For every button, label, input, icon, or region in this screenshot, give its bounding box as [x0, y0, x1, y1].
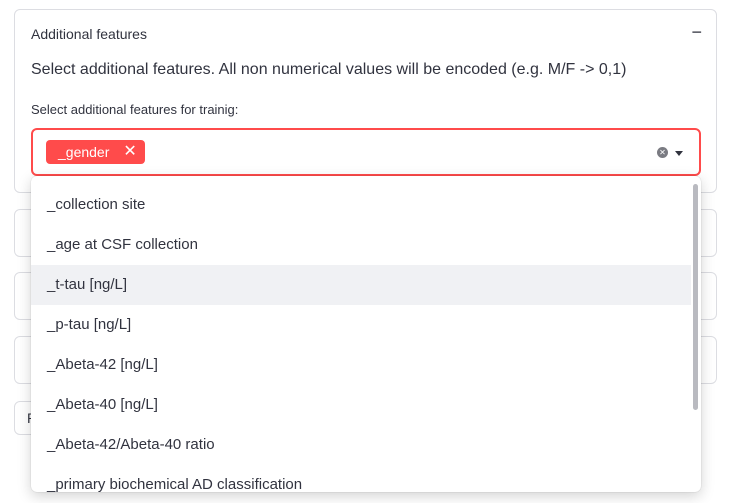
dropdown-scrollbar[interactable] — [693, 184, 698, 410]
multiselect-label: Select additional features for trainig: — [31, 102, 239, 117]
expander-title[interactable]: Additional features — [31, 26, 147, 42]
features-multiselect[interactable]: _gender ✕ ✕ — [31, 128, 701, 176]
additional-features-expander: Additional features − Select additional … — [14, 9, 717, 193]
expander-description: Select additional features. All non nume… — [31, 61, 627, 78]
tag-label: _gender — [58, 144, 110, 160]
dropdown-option[interactable]: _collection site — [31, 185, 691, 225]
collapse-icon[interactable]: − — [691, 22, 702, 42]
dropdown-option[interactable]: _Abeta-40 [ng/L] — [31, 385, 691, 425]
dropdown-option[interactable]: _p-tau [ng/L] — [31, 305, 691, 345]
dropdown-option[interactable]: _age at CSF collection — [31, 225, 691, 265]
chevron-down-icon[interactable] — [675, 151, 683, 156]
dropdown-option[interactable]: _Abeta-42/Abeta-40 ratio — [31, 425, 691, 465]
dropdown-option[interactable]: _primary biochemical AD classification — [31, 465, 691, 492]
clear-all-icon[interactable]: ✕ — [657, 147, 668, 158]
dropdown-option[interactable]: _t-tau [ng/L] — [31, 265, 691, 305]
options-dropdown[interactable]: _collection site _age at CSF collection … — [31, 176, 701, 492]
selected-tag-gender: _gender ✕ — [46, 140, 145, 164]
dropdown-option[interactable]: _Abeta-42 [ng/L] — [31, 345, 691, 385]
remove-tag-icon[interactable]: ✕ — [123, 144, 136, 160]
